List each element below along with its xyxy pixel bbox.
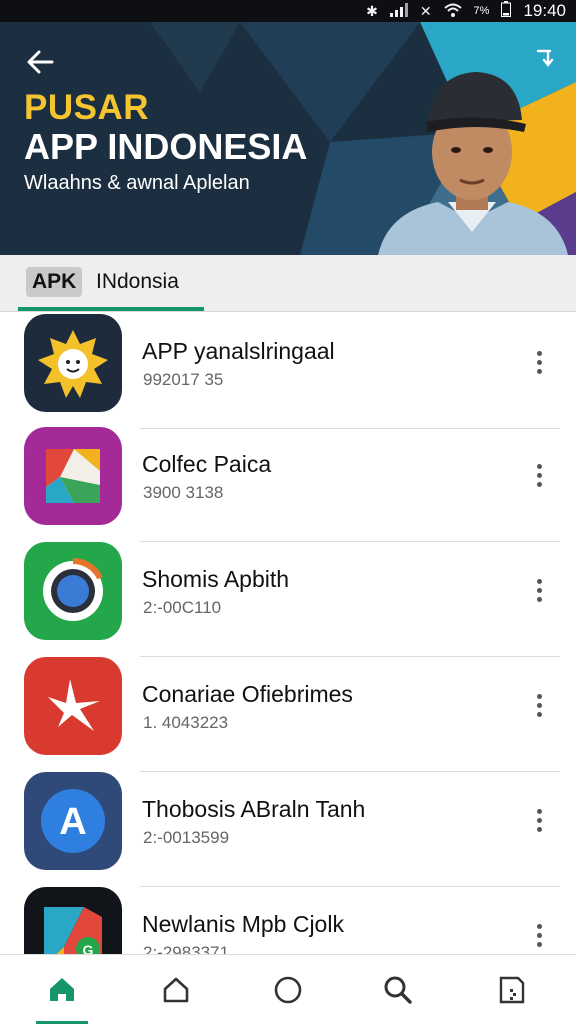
app-name: Newlanis Mpb Cjolk bbox=[142, 911, 344, 937]
page-title-line2: APP INDONESIA bbox=[24, 126, 308, 167]
bluetooth-icon: ✱ bbox=[366, 2, 378, 19]
more-vert-icon[interactable] bbox=[528, 921, 552, 951]
bottom-navigation bbox=[0, 954, 576, 1024]
list-item[interactable]: A Thobosis ABraln Tanh 2:-0013599 bbox=[0, 772, 576, 887]
apk-badge[interactable]: APK bbox=[26, 267, 83, 297]
tab-active-indicator bbox=[18, 307, 204, 311]
cross-arrows-icon bbox=[24, 657, 122, 755]
app-meta: 2:-0013599 bbox=[143, 828, 230, 847]
battery-percent: 7% bbox=[473, 5, 490, 17]
app-meta: 3900 3138 bbox=[143, 483, 224, 502]
more-vert-icon[interactable] bbox=[528, 691, 552, 721]
list-item[interactable]: Shomis Apbith 2:-00C110 bbox=[0, 542, 576, 657]
app-meta: 2:-2983371 bbox=[143, 943, 230, 954]
nfc-icon: ✕ bbox=[419, 2, 432, 19]
more-vert-icon[interactable] bbox=[528, 461, 552, 491]
app-name: Conariae Ofiebrimes bbox=[142, 681, 353, 707]
header-banner: PUSAR APP INDONESIA Wlaahns & awnal Aple… bbox=[0, 22, 576, 255]
folded-map-icon bbox=[24, 427, 122, 525]
page-subtitle: Wlaahns & awnal Aplelan bbox=[24, 172, 250, 194]
more-vert-icon[interactable] bbox=[528, 576, 552, 606]
circle-icon[interactable] bbox=[268, 969, 308, 1009]
app-name: Shomis Apbith bbox=[142, 566, 290, 592]
home-filled-icon[interactable] bbox=[42, 969, 82, 1009]
person-avatar bbox=[378, 72, 568, 255]
page-title-line1: PUSAR bbox=[24, 88, 150, 127]
svg-text:G: G bbox=[83, 942, 94, 954]
search-icon[interactable] bbox=[378, 969, 418, 1009]
letter-a-icon: A bbox=[24, 772, 122, 870]
list-item[interactable]: Colfec Paica 3900 3138 bbox=[0, 427, 576, 542]
list-item[interactable]: G Newlanis Mpb Cjolk 2:-2983371 bbox=[0, 887, 576, 954]
multicolor-fold-icon: G bbox=[24, 887, 122, 954]
ring-circle-icon bbox=[24, 542, 122, 640]
svg-text:A: A bbox=[59, 801, 86, 843]
back-arrow-icon[interactable] bbox=[22, 44, 58, 80]
app-meta: 992017 35 bbox=[143, 370, 224, 389]
document-icon[interactable] bbox=[492, 969, 532, 1009]
app-list: APP yanalslringaal 992017 35 Colfec Paic… bbox=[0, 312, 576, 954]
app-name: Thobosis ABraln Tanh bbox=[142, 796, 366, 822]
tab-indonesia[interactable]: INdonsia bbox=[96, 270, 179, 294]
battery-icon bbox=[501, 0, 512, 22]
signal-icon bbox=[389, 2, 408, 20]
app-name: APP yanalslringaal bbox=[142, 338, 335, 364]
clock: 19:40 bbox=[523, 1, 566, 20]
home-outline-icon[interactable] bbox=[156, 969, 196, 1009]
status-bar: ✱ ✕ 7% 19:40 bbox=[0, 0, 576, 22]
list-item[interactable]: APP yanalslringaal 992017 35 bbox=[0, 314, 576, 429]
wifi-icon bbox=[443, 3, 462, 20]
app-name: Colfec Paica bbox=[142, 451, 272, 477]
sun-face-icon bbox=[24, 314, 122, 412]
more-vert-icon[interactable] bbox=[528, 348, 552, 378]
app-meta: 2:-00C110 bbox=[143, 598, 222, 617]
more-vert-icon[interactable] bbox=[528, 806, 552, 836]
tab-strip: APK INdonsia bbox=[0, 255, 576, 312]
app-meta: 1. 4043223 bbox=[143, 713, 229, 732]
list-item[interactable]: Conariae Ofiebrimes 1. 4043223 bbox=[0, 657, 576, 772]
